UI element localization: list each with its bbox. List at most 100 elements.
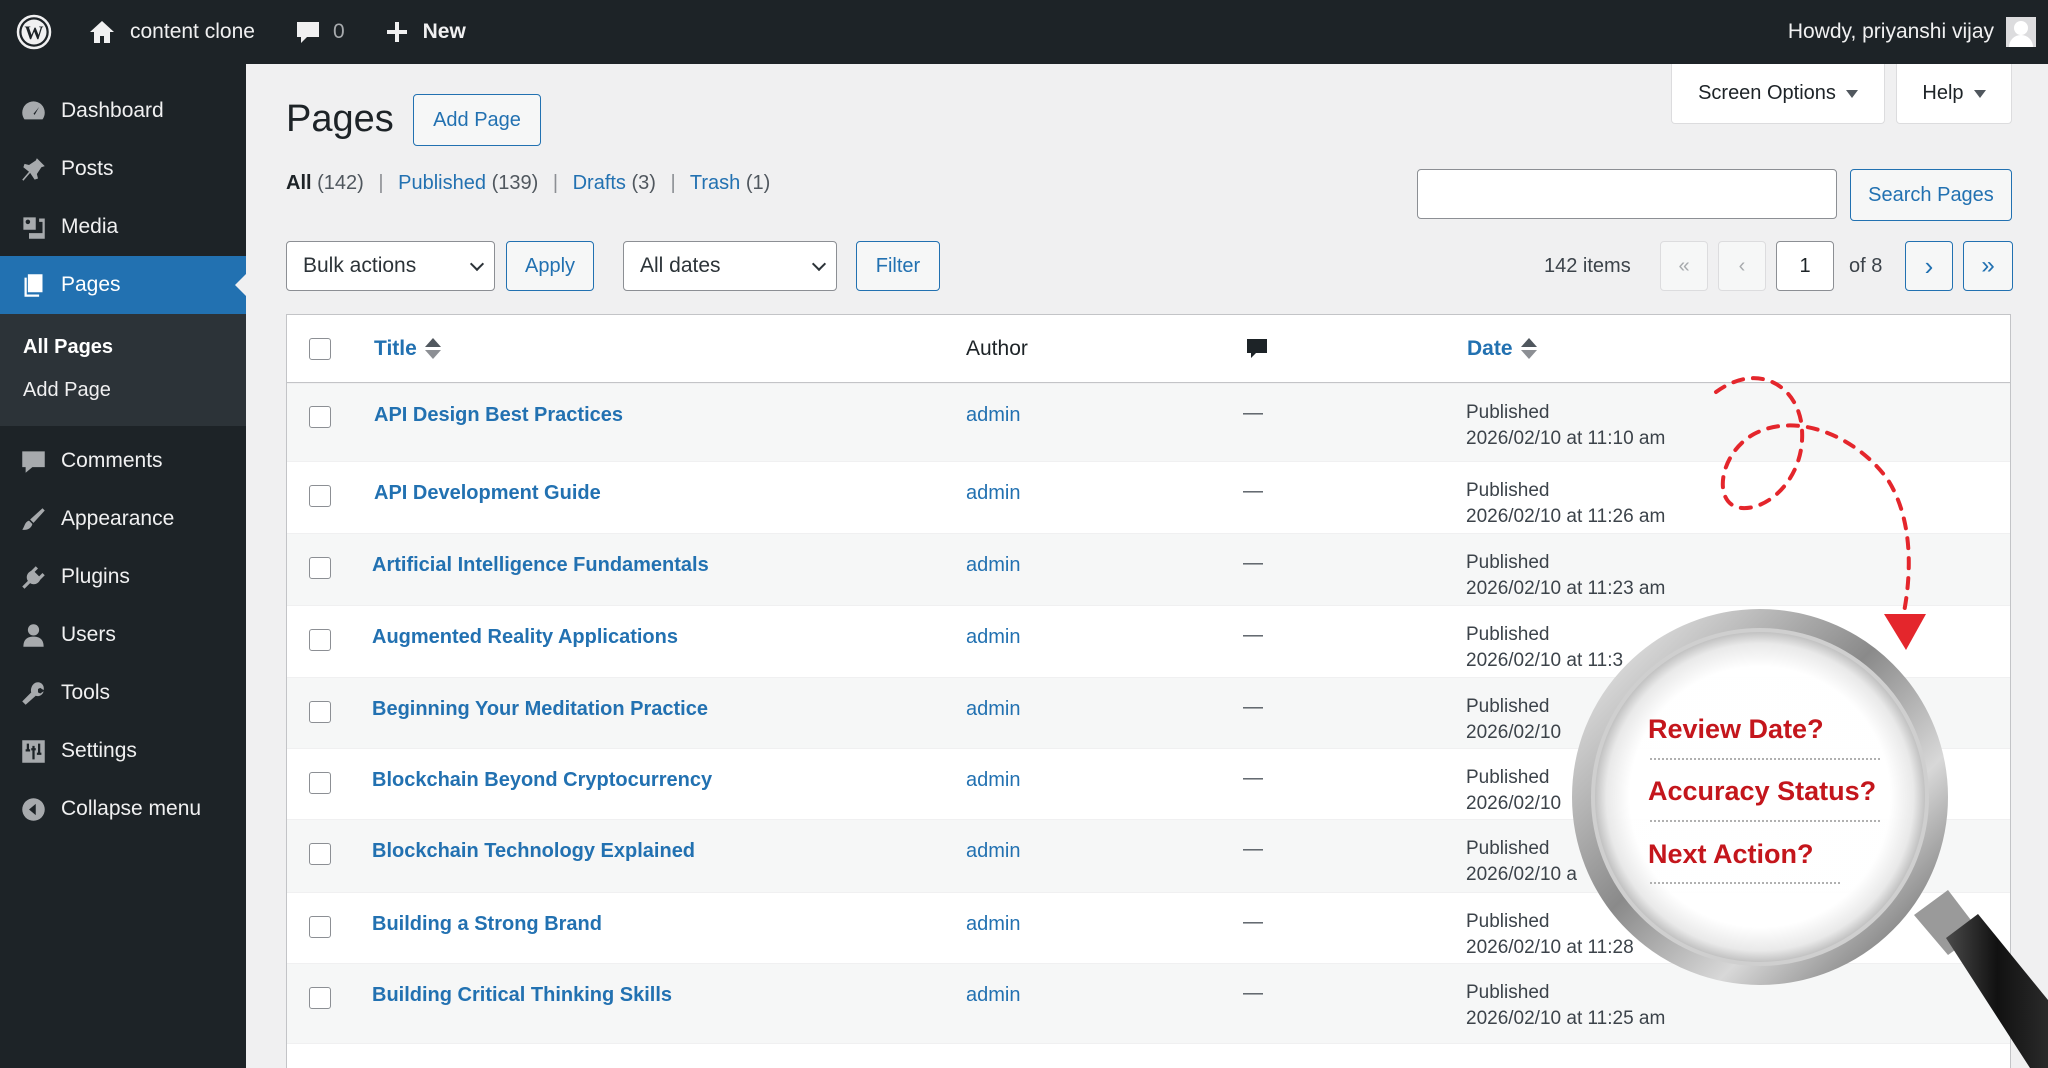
help-button[interactable]: Help [1896, 64, 2012, 124]
row-checkbox[interactable] [309, 772, 331, 794]
screen-options-button[interactable]: Screen Options [1671, 64, 1885, 124]
author-link[interactable]: admin [966, 840, 1020, 863]
row-checkbox[interactable] [309, 701, 331, 723]
apply-button[interactable]: Apply [506, 241, 594, 291]
page-title-link[interactable]: Blockchain Beyond Cryptocurrency [372, 769, 712, 792]
filter-button[interactable]: Filter [856, 241, 940, 291]
filter-trash[interactable]: Trash [690, 172, 740, 194]
separator: | [378, 172, 384, 194]
question-next-action: Next Action? [1648, 839, 1814, 869]
sidebar-item-comments[interactable]: Comments [0, 432, 246, 490]
sidebar-label: Tools [61, 681, 111, 704]
filter-all[interactable]: All [286, 172, 312, 194]
select-all-checkbox[interactable] [309, 338, 331, 360]
post-status: Published [1466, 624, 1550, 645]
filter-published[interactable]: Published [398, 172, 486, 194]
sidebar-item-settings[interactable]: Settings [0, 722, 246, 780]
question-accuracy-status: Accuracy Status? [1648, 776, 1877, 806]
sidebar-label: Plugins [61, 565, 130, 588]
author-link[interactable]: admin [966, 482, 1020, 505]
title-column-header[interactable]: Title [374, 337, 441, 361]
collapse-icon [22, 797, 45, 821]
table-row: API Design Best Practices admin — Publis… [287, 383, 2010, 461]
comments-column-header [1245, 337, 1269, 367]
comments-link[interactable]: 0 [269, 0, 359, 64]
page-title-link[interactable]: Augmented Reality Applications [372, 626, 678, 649]
submenu-all-pages[interactable]: All Pages [0, 326, 246, 369]
author-link[interactable]: admin [966, 626, 1020, 649]
row-checkbox[interactable] [309, 843, 331, 865]
new-content-link[interactable]: New [359, 0, 480, 64]
page-title-link[interactable]: Artificial Intelligence Fundamentals [372, 554, 709, 577]
post-status: Published [1466, 696, 1550, 717]
date-filter-select[interactable]: All dates [623, 241, 837, 291]
next-page-button[interactable]: › [1905, 241, 1953, 291]
sidebar-item-media[interactable]: Media [0, 198, 246, 256]
page-title-link[interactable]: API Development Guide [374, 482, 601, 505]
page-title-link[interactable]: Building a Strong Brand [372, 913, 602, 936]
page-title-link[interactable]: Building Critical Thinking Skills [372, 984, 672, 1007]
date-cell: Published 2026/02/10 at 11:26 am [1466, 478, 1665, 530]
page-title-link[interactable]: Blockchain Technology Explained [372, 840, 695, 863]
row-checkbox[interactable] [309, 557, 331, 579]
collapse-menu-button[interactable]: Collapse menu [0, 780, 246, 838]
row-checkbox[interactable] [309, 987, 331, 1009]
site-name: content clone [130, 20, 255, 43]
page-title-link[interactable]: API Design Best Practices [374, 404, 623, 427]
sidebar-item-pages[interactable]: Pages [0, 256, 246, 314]
plugin-icon [22, 565, 45, 589]
author-link[interactable]: admin [966, 984, 1020, 1007]
sidebar-item-appearance[interactable]: Appearance [0, 490, 246, 548]
comments-count: — [1243, 624, 1263, 646]
sort-icon [424, 338, 441, 360]
sidebar-label: Pages [61, 273, 121, 296]
post-date: 2026/02/10 [1466, 722, 1562, 743]
current-page-input[interactable]: 1 [1776, 241, 1834, 291]
row-checkbox[interactable] [309, 485, 331, 507]
author-link[interactable]: admin [966, 698, 1020, 721]
site-name-link[interactable]: content clone [66, 0, 269, 64]
sidebar-item-users[interactable]: Users [0, 606, 246, 664]
filter-published-count: (139) [491, 172, 539, 194]
bulk-actions-select[interactable]: Bulk actions [286, 241, 495, 291]
sidebar-item-tools[interactable]: Tools [0, 664, 246, 722]
wordpress-logo[interactable]: W [0, 0, 66, 64]
my-account[interactable]: Howdy, priyanshi vijay [1788, 0, 2036, 64]
author-link[interactable]: admin [966, 554, 1020, 577]
search-pages-button[interactable]: Search Pages [1850, 169, 2012, 221]
sidebar-item-dashboard[interactable]: Dashboard [0, 82, 246, 140]
admin-sidebar: Dashboard Posts Media Pages All Pages Ad… [0, 64, 246, 1068]
filter-trash-count: (1) [745, 172, 771, 194]
date-column-header[interactable]: Date [1467, 337, 1537, 361]
comment-bubble-icon [296, 22, 319, 43]
last-page-button[interactable]: » [1963, 241, 2013, 291]
table-row: API Development Guide admin — Published … [287, 461, 2010, 533]
sidebar-item-posts[interactable]: Posts [0, 140, 246, 198]
author-link[interactable]: admin [966, 913, 1020, 936]
post-status: Published [1466, 982, 1550, 1003]
sidebar-label: Collapse menu [61, 797, 202, 820]
post-date: 2026/02/10 at 11:10 am [1466, 428, 1666, 449]
question-review-date: Review Date? [1648, 714, 1824, 744]
filter-all-count: (142) [317, 172, 364, 194]
table-row: Artificial Intelligence Fundamentals adm… [287, 533, 2010, 605]
add-page-button[interactable]: Add Page [413, 94, 541, 146]
author-link[interactable]: admin [966, 769, 1020, 792]
first-page-button: « [1660, 241, 1708, 291]
date-cell: Published 2026/02/10 at 11:23 am [1466, 550, 1665, 602]
date-filter-value: All dates [640, 254, 721, 277]
date-column-label: Date [1467, 337, 1513, 360]
row-checkbox[interactable] [309, 629, 331, 651]
page-title-link[interactable]: Beginning Your Meditation Practice [372, 698, 708, 721]
submenu-add-page[interactable]: Add Page [0, 369, 246, 412]
row-checkbox[interactable] [309, 916, 331, 938]
main-content: Screen Options Help Pages Add Page All (… [246, 64, 2048, 1068]
comments-count: — [1243, 911, 1263, 933]
author-link[interactable]: admin [966, 404, 1020, 427]
pages-table: Title Author Date API Design Best Practi… [286, 314, 2011, 1068]
search-input[interactable] [1417, 169, 1837, 219]
sidebar-label: Comments [61, 449, 163, 472]
filter-drafts[interactable]: Drafts [573, 172, 626, 194]
sidebar-item-plugins[interactable]: Plugins [0, 548, 246, 606]
row-checkbox[interactable] [309, 406, 331, 428]
